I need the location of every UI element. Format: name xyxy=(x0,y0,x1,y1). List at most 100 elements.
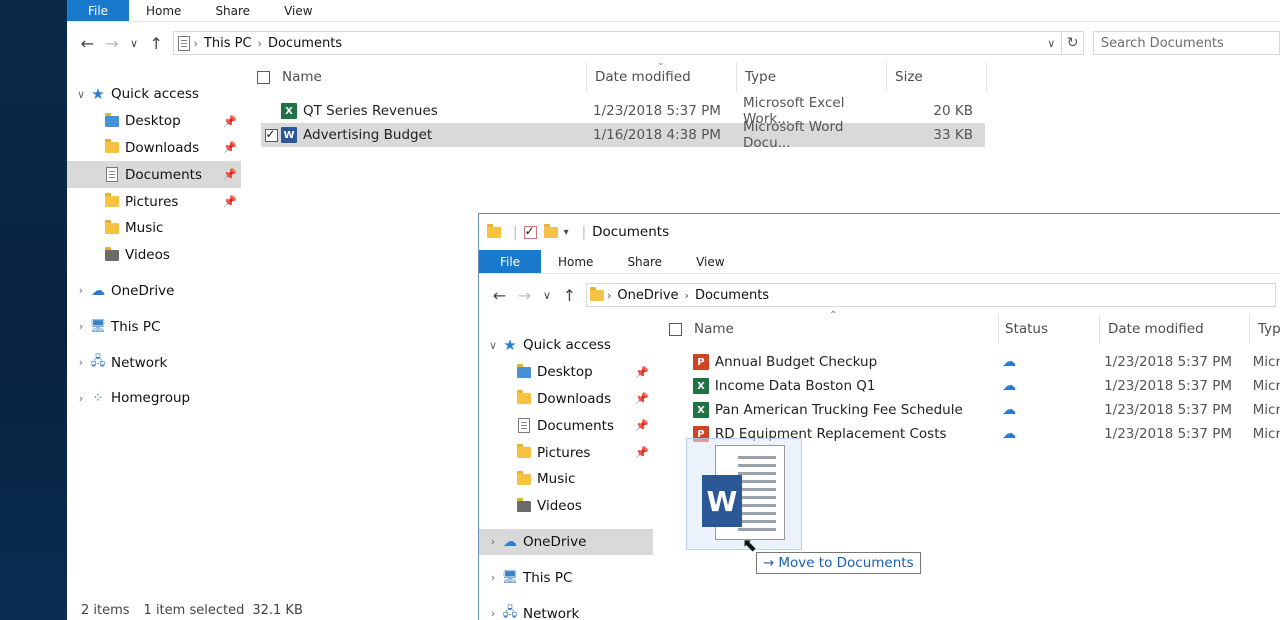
properties-icon[interactable] xyxy=(523,224,544,239)
column-date-modified[interactable]: Date modified xyxy=(1100,314,1250,344)
nav-item-downloads[interactable]: Downloads 📌 xyxy=(67,135,241,162)
collapsed-chevron-icon[interactable]: › xyxy=(73,356,89,369)
file-row-selected[interactable]: W Advertising Budget 1/16/2018 4:38 PM M… xyxy=(261,119,985,151)
word-file-icon: W xyxy=(281,127,297,143)
recent-locations-chevron-icon[interactable]: ∨ xyxy=(537,289,557,302)
search-input[interactable]: Search Documents xyxy=(1092,31,1280,55)
computer-icon: 🖥 xyxy=(501,570,519,586)
breadcrumb-documents[interactable]: Documents xyxy=(689,288,775,303)
nav-item-pictures[interactable]: Pictures 📌 xyxy=(479,439,653,466)
file-type: Microsoft Word Docu... xyxy=(743,119,844,151)
forward-arrow-icon[interactable]: → xyxy=(100,34,125,53)
collapsed-chevron-icon[interactable]: › xyxy=(485,607,501,620)
nav-this-pc[interactable]: › 🖥 This PC xyxy=(479,564,653,591)
tab-home[interactable]: Home xyxy=(129,0,198,21)
back-arrow-icon[interactable]: ← xyxy=(75,34,100,53)
word-logo-icon: W xyxy=(702,475,742,527)
pin-icon[interactable]: 📌 xyxy=(635,446,649,459)
tab-view[interactable]: View xyxy=(679,250,741,273)
tab-share[interactable]: Share xyxy=(198,0,267,21)
address-dropdown-icon[interactable]: ∨ xyxy=(1041,37,1061,50)
nav-this-pc[interactable]: › 🖥 This PC xyxy=(67,313,241,340)
column-label: Name xyxy=(282,69,322,85)
nav-item-music[interactable]: Music xyxy=(479,466,653,493)
tab-home[interactable]: Home xyxy=(541,250,610,273)
refresh-icon[interactable]: ↻ xyxy=(1062,31,1084,55)
expanded-chevron-icon[interactable]: ∨ xyxy=(485,339,501,352)
pin-icon[interactable]: 📌 xyxy=(223,195,237,208)
nav-quick-access[interactable]: ∨ ★ Quick access xyxy=(479,332,653,359)
select-all-checkbox[interactable] xyxy=(257,70,270,84)
nav-network[interactable]: › 🖧 Network xyxy=(67,349,241,376)
file-row[interactable]: X Pan American Trucking Fee Schedule ☁ 1… xyxy=(693,398,1280,422)
nav-item-desktop[interactable]: Desktop 📌 xyxy=(479,359,653,386)
column-label: Date modified xyxy=(595,69,691,85)
nav-label: Pictures xyxy=(125,193,179,210)
nav-network[interactable]: › 🖧 Network xyxy=(479,600,653,620)
music-folder-icon xyxy=(515,470,533,487)
address-bar[interactable]: › OneDrive › Documents xyxy=(586,283,1276,307)
row-checkbox[interactable] xyxy=(261,127,281,142)
excel-file-icon: X xyxy=(693,402,709,418)
breadcrumb-this-pc[interactable]: This PC xyxy=(198,36,258,51)
nav-item-videos[interactable]: Videos xyxy=(479,493,653,520)
nav-item-pictures[interactable]: Pictures 📌 xyxy=(67,188,241,215)
tab-share[interactable]: Share xyxy=(610,250,679,273)
collapsed-chevron-icon[interactable]: › xyxy=(485,571,501,584)
pin-icon[interactable]: 📌 xyxy=(635,419,649,432)
collapsed-chevron-icon[interactable]: › xyxy=(73,320,89,333)
pin-icon[interactable]: 📌 xyxy=(223,115,237,128)
forward-arrow-icon[interactable]: → xyxy=(512,286,537,305)
tab-view[interactable]: View xyxy=(267,0,329,21)
collapsed-chevron-icon[interactable]: › xyxy=(73,284,89,297)
ribbon-tabs: File Home Share View xyxy=(67,0,1280,22)
homegroup-icon: ⁘ xyxy=(92,390,104,406)
up-arrow-icon[interactable]: ↑ xyxy=(557,286,582,305)
nav-item-documents[interactable]: Documents 📌 xyxy=(479,412,653,439)
file-name: Pan American Trucking Fee Schedule xyxy=(714,402,963,418)
file-row[interactable]: X Income Data Boston Q1 ☁ 1/23/2018 5:37… xyxy=(693,374,1280,398)
address-row: ← → ∨ ↑ › This PC › Documents ∨ ↻ Search… xyxy=(67,22,1280,64)
column-type[interactable]: Type xyxy=(1250,314,1280,344)
nav-homegroup[interactable]: › ⁘ Homegroup xyxy=(67,385,241,412)
new-folder-icon[interactable] xyxy=(543,223,564,238)
file-type: Micr xyxy=(1252,402,1280,418)
file-date: 1/23/2018 5:37 PM xyxy=(593,103,721,119)
nav-quick-access[interactable]: ∨ ★ Quick access xyxy=(67,81,241,108)
navigation-pane: ∨ ★ Quick access Desktop 📌 Downloads 📌 D… xyxy=(479,332,653,620)
recent-locations-chevron-icon[interactable]: ∨ xyxy=(124,37,144,50)
pin-icon[interactable]: 📌 xyxy=(635,392,649,405)
pin-icon[interactable]: 📌 xyxy=(223,141,237,154)
expanded-chevron-icon[interactable]: ∨ xyxy=(73,88,89,101)
collapsed-chevron-icon[interactable]: › xyxy=(485,535,501,548)
column-status[interactable]: Status xyxy=(999,314,1100,344)
collapsed-chevron-icon[interactable]: › xyxy=(73,392,89,405)
nav-onedrive[interactable]: › ☁ OneDrive xyxy=(479,528,653,556)
column-type[interactable]: Type xyxy=(737,62,887,92)
nav-label: Quick access xyxy=(523,337,611,354)
tab-file[interactable]: File xyxy=(479,250,541,273)
up-arrow-icon[interactable]: ↑ xyxy=(144,34,169,53)
breadcrumb-onedrive[interactable]: OneDrive xyxy=(611,288,684,303)
nav-item-downloads[interactable]: Downloads 📌 xyxy=(479,386,653,413)
column-size[interactable]: Size xyxy=(887,62,987,92)
nav-item-desktop[interactable]: Desktop 📌 xyxy=(67,108,241,135)
customize-toolbar-icon[interactable]: ▾ xyxy=(564,227,580,238)
nav-item-music[interactable]: Music xyxy=(67,215,241,242)
document-icon xyxy=(103,167,121,183)
file-name: Annual Budget Checkup xyxy=(714,354,878,370)
tab-file[interactable]: File xyxy=(67,0,129,21)
file-date: 1/23/2018 5:37 PM xyxy=(1104,426,1232,442)
pin-icon[interactable]: 📌 xyxy=(223,168,237,181)
file-row[interactable]: P Annual Budget Checkup ☁ 1/23/2018 5:37… xyxy=(693,350,1280,374)
column-name[interactable]: Name xyxy=(669,314,999,344)
pin-icon[interactable]: 📌 xyxy=(635,366,649,379)
nav-item-documents[interactable]: Documents 📌 xyxy=(67,161,241,189)
address-bar[interactable]: › This PC › Documents ∨ xyxy=(172,31,1063,55)
nav-onedrive[interactable]: › ☁ OneDrive xyxy=(67,278,241,305)
nav-item-videos[interactable]: Videos xyxy=(67,242,241,269)
breadcrumb-documents[interactable]: Documents xyxy=(262,36,348,51)
column-name[interactable]: Name xyxy=(257,62,587,92)
back-arrow-icon[interactable]: ← xyxy=(487,286,512,305)
select-all-checkbox[interactable] xyxy=(669,322,682,336)
